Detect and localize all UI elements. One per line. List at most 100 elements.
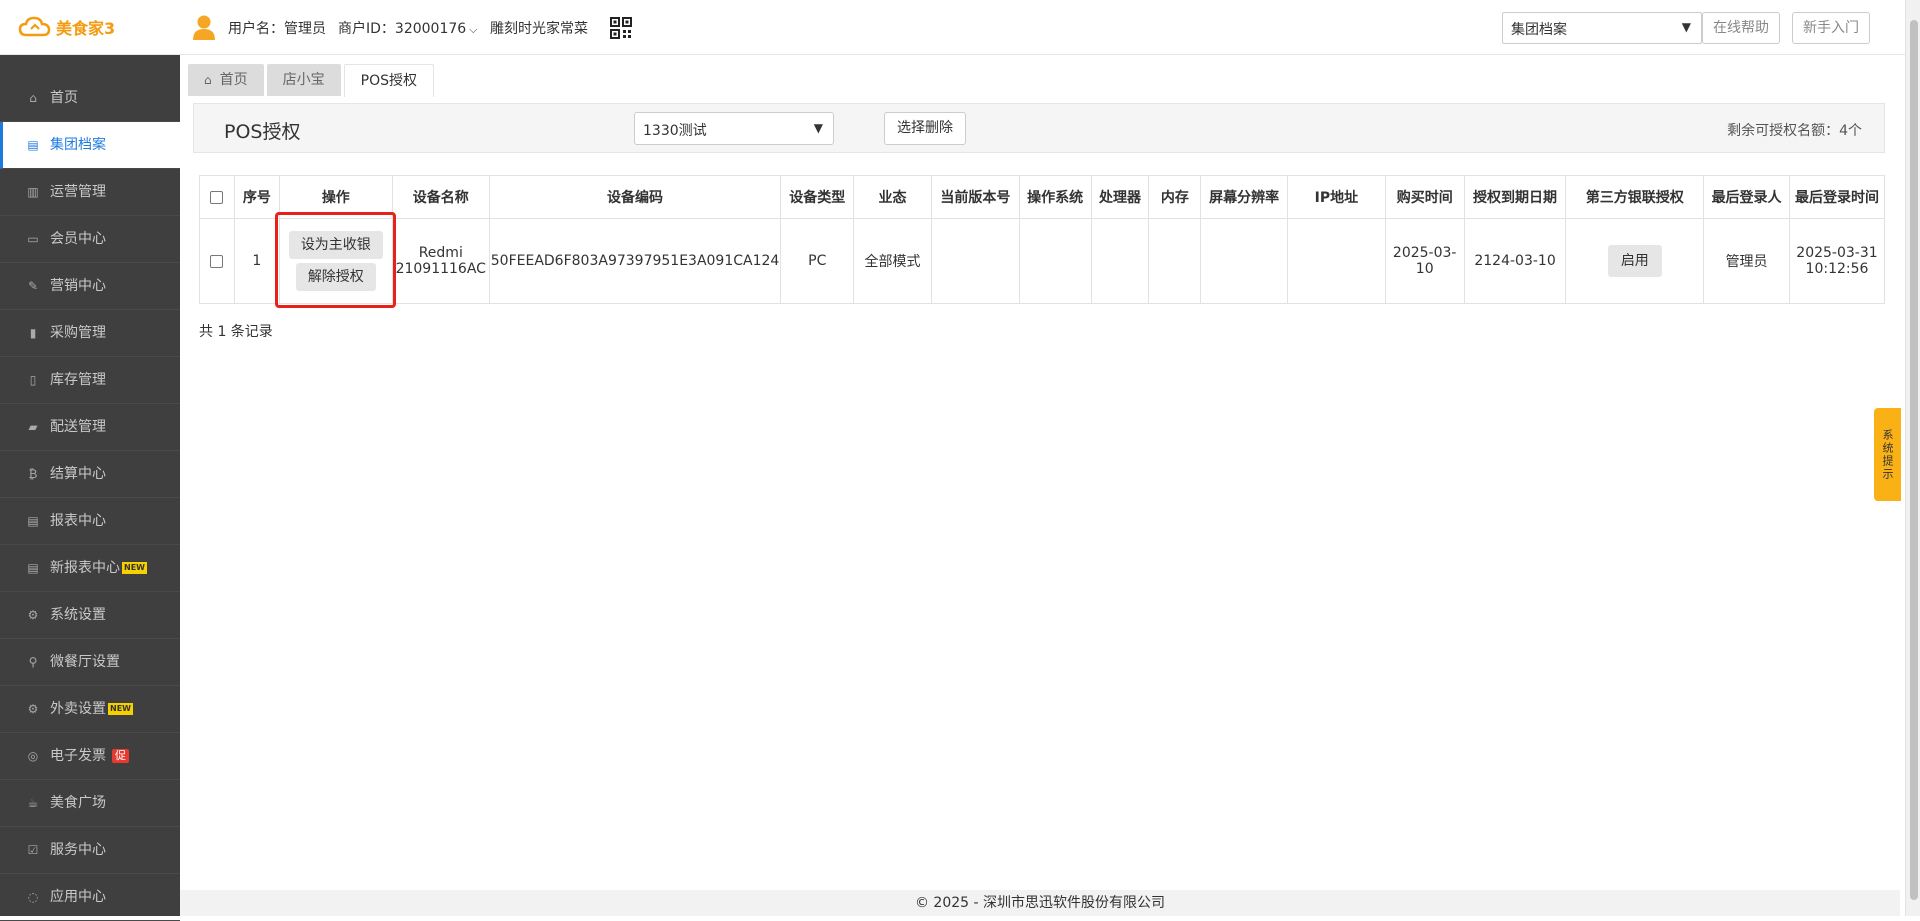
file-icon: ▤ xyxy=(27,138,39,152)
enable-unionpay-button[interactable]: 启用 xyxy=(1607,245,1662,277)
toolbar-panel: POS授权 1330测试 ▼ 选择删除 剩余可授权名额：4个 xyxy=(193,103,1885,153)
column-header: 授权到期日期 xyxy=(1463,175,1567,219)
delete-selected-button[interactable]: 选择删除 xyxy=(884,112,966,145)
version-cell xyxy=(930,218,1020,304)
service-icon: ☑ xyxy=(27,843,39,857)
user-info: 用户名：管理员 商户ID：32000176 ⌵ xyxy=(228,18,478,38)
sidebar-item-delivery[interactable]: ▰ 配送管理 xyxy=(0,404,180,451)
last-login-user-cell: 管理员 xyxy=(1703,218,1790,304)
row-checkbox[interactable] xyxy=(210,254,224,268)
column-header: 操作系统 xyxy=(1018,175,1092,219)
top-header: 美食家3 用户名：管理员 商户ID：32000176 ⌵ 雕刻时光家常菜 集团档案… xyxy=(0,0,1920,55)
truck-icon: ▰ xyxy=(28,420,38,434)
table-header-row: 序号 操作 设备名称 设备编码 设备类型 业态 当前版本号 操作系统 处理器 内… xyxy=(199,175,1886,219)
operation-cell: 设为主收银 解除授权 xyxy=(274,212,396,308)
set-main-cashier-button[interactable]: 设为主收银 xyxy=(288,231,383,259)
remaining-quota: 剩余可授权名额：4个 xyxy=(1727,123,1862,139)
column-header: 内存 xyxy=(1148,175,1202,219)
sidebar-item-members[interactable]: ▭ 会员中心 xyxy=(0,216,180,263)
edit-icon: ✎ xyxy=(27,279,39,293)
tab-dianxiaobao[interactable]: 店小宝 xyxy=(266,64,341,96)
sidebar-item-marketing[interactable]: ✎ 营销中心 xyxy=(0,263,180,310)
scroll-thumb[interactable] xyxy=(1910,20,1918,900)
user-avatar-icon xyxy=(193,15,215,40)
chevron-down-icon: ⌵ xyxy=(469,23,478,36)
sidebar-item-inventory[interactable]: ▯ 库存管理 xyxy=(0,357,180,404)
business-cell: 全部模式 xyxy=(853,218,932,304)
column-header: 操作 xyxy=(278,175,393,219)
sidebar-item-e-invoice[interactable]: ◎ 电子发票促 xyxy=(0,733,180,780)
box-icon: ▯ xyxy=(29,373,37,387)
chart-icon: ▥ xyxy=(27,185,39,199)
ip-cell xyxy=(1287,218,1386,304)
column-header: 设备名称 xyxy=(391,175,490,219)
column-header: 业态 xyxy=(853,175,932,219)
logo-text: 美食家3 xyxy=(56,19,116,38)
column-header: 当前版本号 xyxy=(930,175,1020,219)
sidebar-item-system-settings[interactable]: ⚙ 系统设置 xyxy=(0,592,180,639)
purchase-time-cell: 2025-03-10 xyxy=(1384,218,1465,304)
column-header: 最后登录人 xyxy=(1703,175,1790,219)
group-select[interactable]: 集团档案 ▼ xyxy=(1502,12,1702,44)
brand-name: 雕刻时光家常菜 xyxy=(490,21,588,37)
bitcoin-icon: ₿ xyxy=(28,467,38,481)
table-row: 1 设为主收银 解除授权 Redmi 21091116AC 50FEEAD6F8… xyxy=(199,212,1886,308)
column-header: 设备类型 xyxy=(780,175,855,219)
book-icon: ▮ xyxy=(29,326,37,340)
sidebar-item-operations[interactable]: ▥ 运营管理 xyxy=(0,169,180,216)
sidebar-item-reports[interactable]: ▤ 报表中心 xyxy=(0,498,180,545)
report-icon: ▤ xyxy=(27,561,39,575)
memory-cell xyxy=(1148,218,1202,304)
os-cell xyxy=(1018,218,1092,304)
column-header: 设备编码 xyxy=(488,175,782,219)
gear-icon: ⚙ xyxy=(27,702,39,716)
invoice-icon: ◎ xyxy=(27,749,39,763)
caret-down-icon: ▼ xyxy=(1681,20,1691,34)
qr-code-icon[interactable] xyxy=(610,17,632,39)
sidebar-item-micro-restaurant[interactable]: ⚲ 微餐厅设置 xyxy=(0,639,180,686)
scrollbar[interactable] xyxy=(1905,0,1920,916)
column-header: 第三方银联授权 xyxy=(1565,175,1705,219)
sidebar-item-service-center[interactable]: ☑ 服务中心 xyxy=(0,827,180,874)
caret-down-icon: ▼ xyxy=(813,121,823,135)
column-header: IP地址 xyxy=(1287,175,1386,219)
column-header: 购买时间 xyxy=(1384,175,1465,219)
device-code-cell: 50FEEAD6F803A97397951E3A091CA124 xyxy=(488,218,782,304)
index-cell: 1 xyxy=(233,218,280,304)
row-select-cell xyxy=(199,218,235,304)
sidebar: ⌂ 首页 ▤ 集团档案 ▥ 运营管理 ▭ 会员中心 ✎ 营销中心 ▮ 采购管理 ▯ 库存管理 … xyxy=(0,55,180,921)
page-tabs: ⌂ 首页 店小宝 POS授权 xyxy=(188,64,434,97)
logo[interactable]: 美食家3 xyxy=(18,15,115,39)
select-all-checkbox[interactable] xyxy=(210,190,224,204)
footer: © 2025 - 深圳市思迅软件股份有限公司 xyxy=(180,890,1900,916)
last-login-time-cell: 2025-03-31 10:12:56 xyxy=(1788,218,1886,304)
tab-pos-auth[interactable]: POS授权 xyxy=(343,64,434,97)
expire-date-cell: 2124-03-10 xyxy=(1463,218,1567,304)
sidebar-item-group-archive[interactable]: ▤ 集团档案 xyxy=(0,122,180,169)
resolution-cell xyxy=(1200,218,1289,304)
revoke-auth-button[interactable]: 解除授权 xyxy=(295,263,376,291)
system-tip-tab[interactable]: 系统提示 xyxy=(1874,408,1901,501)
sidebar-item-app-center[interactable]: ◌ 应用中心 xyxy=(0,874,180,921)
sidebar-item-new-reports[interactable]: ▤ 新报表中心 NEW xyxy=(0,545,180,592)
sidebar-item-takeout-settings[interactable]: ⚙ 外卖设置 NEW xyxy=(0,686,180,733)
sidebar-item-home[interactable]: ⌂ 首页 xyxy=(0,75,180,122)
sidebar-item-settlement[interactable]: ₿ 结算中心 xyxy=(0,451,180,498)
newbie-button[interactable]: 新手入门 xyxy=(1792,12,1870,44)
device-name-cell: Redmi 21091116AC xyxy=(391,218,490,304)
report-icon: ▤ xyxy=(27,514,39,528)
column-header: 屏幕分辨率 xyxy=(1200,175,1289,219)
promo-badge: 促 xyxy=(112,749,129,763)
sidebar-item-purchasing[interactable]: ▮ 采购管理 xyxy=(0,310,180,357)
store-select[interactable]: 1330测试 ▼ xyxy=(634,112,834,145)
pos-auth-table: 序号 操作 设备名称 设备编码 设备类型 业态 当前版本号 操作系统 处理器 内… xyxy=(199,175,1886,308)
id-card-icon: ▭ xyxy=(27,232,39,246)
home-icon: ⌂ xyxy=(204,73,212,87)
merchant-id-dropdown[interactable]: 商户ID：32000176 ⌵ xyxy=(338,18,478,38)
tab-home[interactable]: ⌂ 首页 xyxy=(188,64,264,96)
cutlery-icon: ⚲ xyxy=(28,655,38,669)
help-button[interactable]: 在线帮助 xyxy=(1702,12,1780,44)
food-icon: ☕ xyxy=(27,796,39,810)
sidebar-item-food-plaza[interactable]: ☕ 美食广场 xyxy=(0,780,180,827)
cpu-cell xyxy=(1090,218,1150,304)
